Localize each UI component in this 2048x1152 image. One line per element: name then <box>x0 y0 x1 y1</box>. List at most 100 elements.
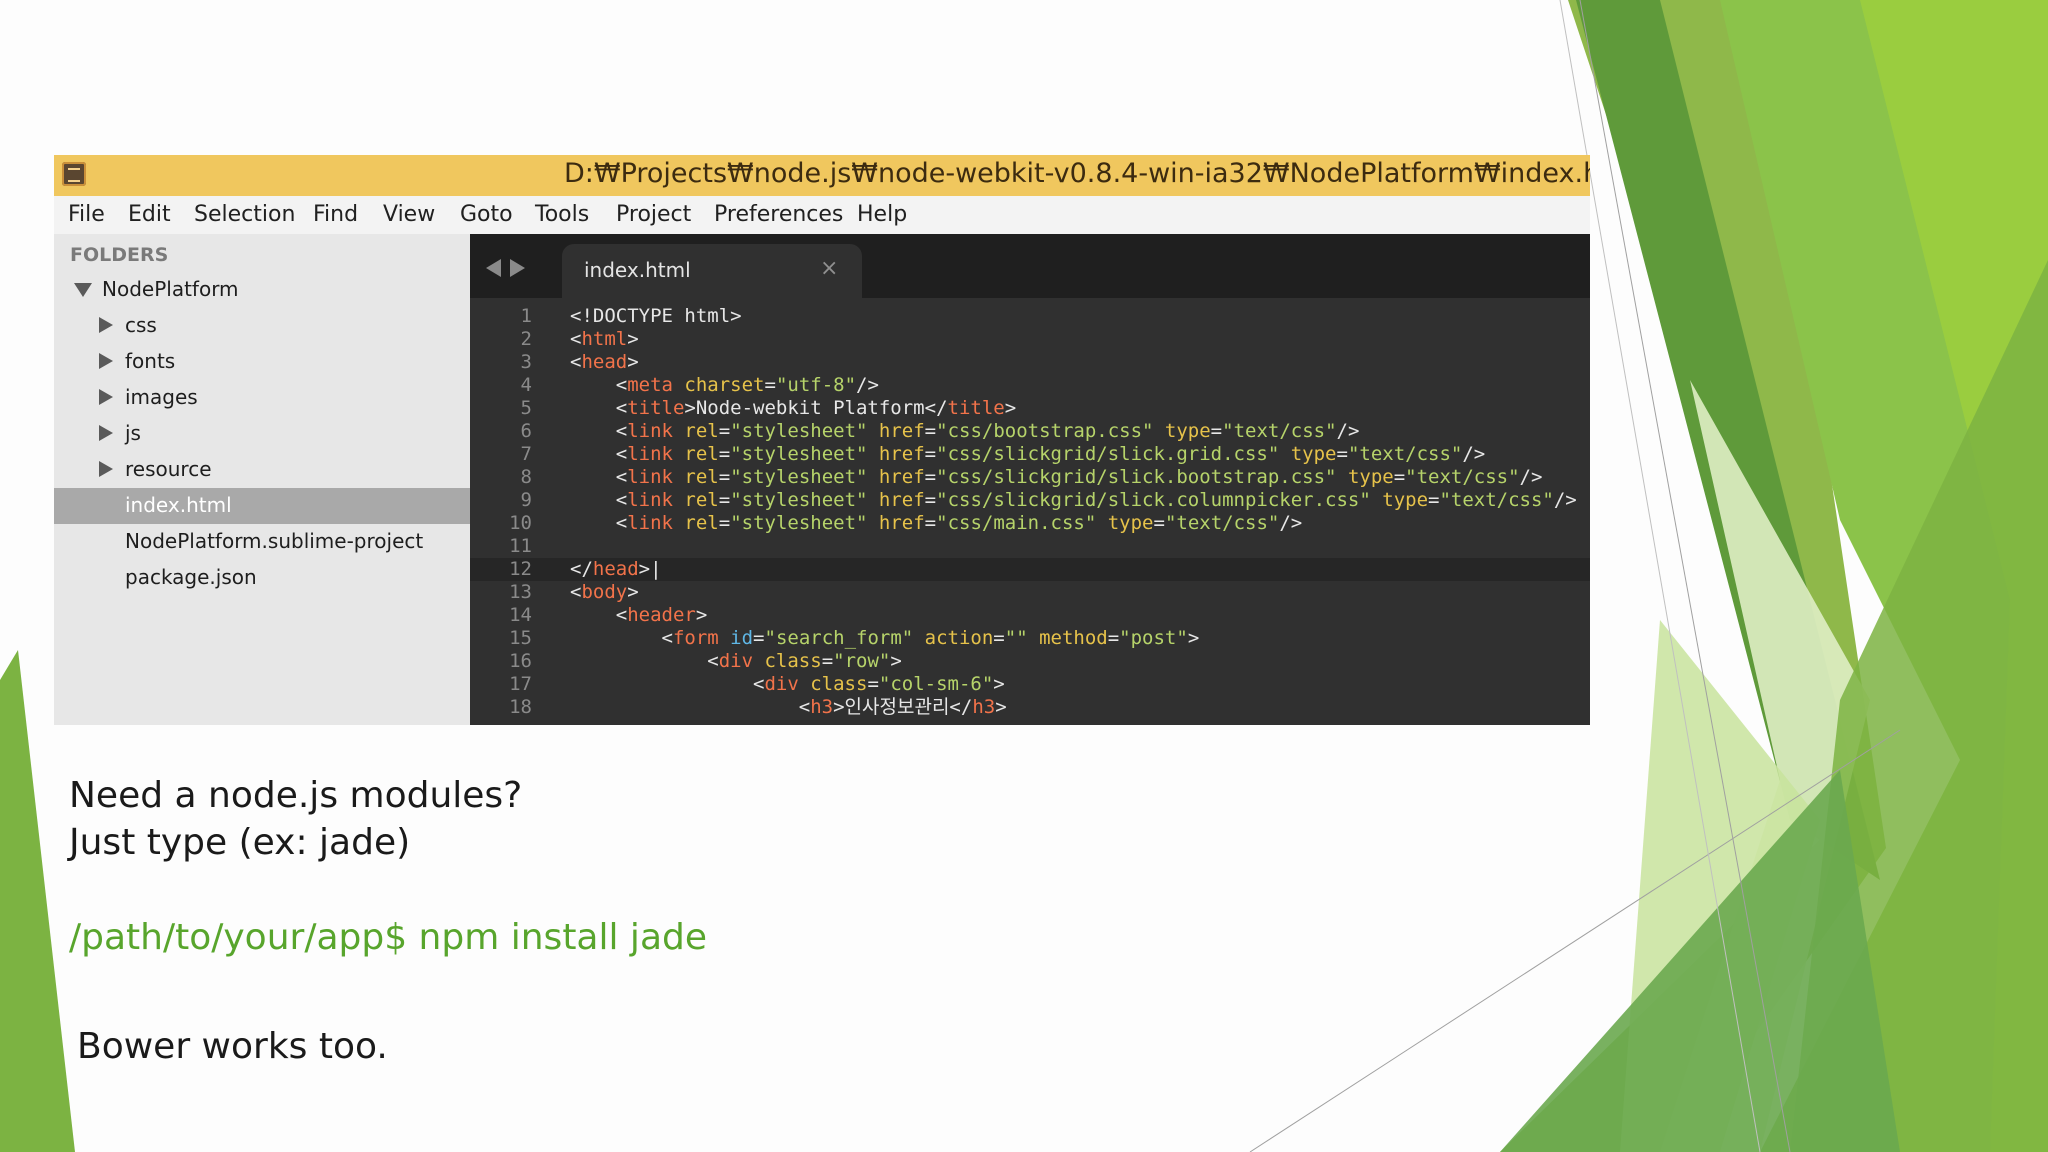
tree-folder-resource[interactable]: resource <box>54 452 470 488</box>
title-bar[interactable]: D:₩Projects₩node.js₩node-webkit-v0.8.4-w… <box>54 155 1590 196</box>
code-line[interactable]: 14 <header> <box>470 604 1590 627</box>
menu-help[interactable]: Help <box>857 202 907 227</box>
sublime-app-icon[interactable] <box>62 162 86 186</box>
code-text: <title>Node-webkit Platform</title> <box>570 397 1017 419</box>
menu-tools[interactable]: Tools <box>535 202 589 227</box>
tree-file-package-json[interactable]: package.json <box>54 560 470 596</box>
code-text: </head>| <box>570 558 662 580</box>
menu-find[interactable]: Find <box>313 202 358 227</box>
code-line[interactable]: 9 <link rel="stylesheet" href="css/slick… <box>470 489 1590 512</box>
tree-file-sublime-project[interactable]: NodePlatform.sublime-project <box>54 524 470 560</box>
line-number: 8 <box>520 466 532 488</box>
code-text: <link rel="stylesheet" href="css/slickgr… <box>570 443 1486 465</box>
collapsed-arrow-icon[interactable] <box>99 389 113 405</box>
code-text: <form id="search_form" action="" method=… <box>570 627 1200 649</box>
code-editor[interactable]: index.html × 1 <!DOCTYPE html> 2 <html> 3 <he… <box>470 234 1590 725</box>
tree-label: css <box>125 313 157 337</box>
line-number: 13 <box>509 581 532 603</box>
tab-next-arrow-icon[interactable] <box>510 259 525 277</box>
menu-preferences[interactable]: Preferences <box>714 202 843 227</box>
line-number: 3 <box>520 351 532 373</box>
code-line[interactable]: 4 <meta charset="utf-8"/> <box>470 374 1590 397</box>
line-number: 7 <box>520 443 532 465</box>
tab-index-html[interactable]: index.html × <box>562 244 862 298</box>
sublime-editor-window: D:₩Projects₩node.js₩node-webkit-v0.8.4-w… <box>54 155 1590 725</box>
line-number: 14 <box>509 604 532 626</box>
folders-header: FOLDERS <box>70 244 169 266</box>
code-text: <h3>인사정보관리</h3> <box>570 696 1007 718</box>
tab-label: index.html <box>584 258 691 282</box>
collapsed-arrow-icon[interactable] <box>99 461 113 477</box>
code-line[interactable]: 7 <link rel="stylesheet" href="css/slick… <box>470 443 1590 466</box>
menu-view[interactable]: View <box>383 202 435 227</box>
line-number: 10 <box>509 512 532 534</box>
collapsed-arrow-icon[interactable] <box>99 317 113 333</box>
code-line[interactable]: 8 <link rel="stylesheet" href="css/slick… <box>470 466 1590 489</box>
tree-folder-js[interactable]: js <box>54 416 470 452</box>
code-text: <body> <box>570 581 639 603</box>
tree-folder-images[interactable]: images <box>54 380 470 416</box>
code-line[interactable]: 17 <div class="col-sm-6"> <box>470 673 1590 696</box>
menu-selection[interactable]: Selection <box>194 202 295 227</box>
code-text: <link rel="stylesheet" href="css/bootstr… <box>570 420 1360 442</box>
tree-label: fonts <box>125 349 176 373</box>
code-text: <div class="col-sm-6"> <box>570 673 1005 695</box>
npm-command: /path/to/your/app$ npm install jade <box>69 917 707 958</box>
collapsed-arrow-icon[interactable] <box>99 425 113 441</box>
line-number: 16 <box>509 650 532 672</box>
code-text: <!DOCTYPE html> <box>570 305 742 327</box>
menu-goto[interactable]: Goto <box>460 202 513 227</box>
menu-file[interactable]: File <box>68 202 105 227</box>
tree-folder-nodeplatform[interactable]: NodePlatform <box>54 272 470 308</box>
tree-label: NodePlatform <box>102 277 239 301</box>
collapsed-arrow-icon[interactable] <box>99 353 113 369</box>
code-line[interactable]: 2 <html> <box>470 328 1590 351</box>
line-number: 9 <box>520 489 532 511</box>
tree-label: images <box>125 385 198 409</box>
tree-label: index.html <box>125 493 232 517</box>
tree-folder-fonts[interactable]: fonts <box>54 344 470 380</box>
tree-folder-css[interactable]: css <box>54 308 470 344</box>
tab-prev-arrow-icon[interactable] <box>486 259 501 277</box>
tree-label: package.json <box>125 565 257 589</box>
tree-label: js <box>125 421 141 445</box>
line-number: 2 <box>520 328 532 350</box>
tab-bar: index.html × <box>470 234 1590 298</box>
code-line[interactable]: 3 <head> <box>470 351 1590 374</box>
line-number: 1 <box>520 305 532 327</box>
expanded-arrow-icon[interactable] <box>74 283 92 297</box>
code-line[interactable]: 18 <h3>인사정보관리</h3> <box>470 696 1590 719</box>
menu-edit[interactable]: Edit <box>128 202 171 227</box>
code-line[interactable]: 13 <body> <box>470 581 1590 604</box>
tree-file-index-html[interactable]: index.html <box>54 488 470 524</box>
code-text: <meta charset="utf-8"/> <box>570 374 879 396</box>
code-line[interactable]: 15 <form id="search_form" action="" meth… <box>470 627 1590 650</box>
caption-question: Need a node.js modules? <box>69 775 523 816</box>
code-text: <header> <box>570 604 708 626</box>
code-text: <link rel="stylesheet" href="css/main.cs… <box>570 512 1303 534</box>
bower-note: Bower works too. <box>77 1026 388 1067</box>
line-number: 6 <box>520 420 532 442</box>
code-line[interactable]: 12 </head>| <box>470 558 1590 581</box>
code-line[interactable]: 10 <link rel="stylesheet" href="css/main… <box>470 512 1590 535</box>
code-text: <html> <box>570 328 639 350</box>
line-number: 4 <box>520 374 532 396</box>
window-title: D:₩Projects₩node.js₩node-webkit-v0.8.4-w… <box>564 158 1590 189</box>
code-line[interactable]: 11 <box>470 535 1590 558</box>
menu-project[interactable]: Project <box>616 202 691 227</box>
code-text: <link rel="stylesheet" href="css/slickgr… <box>570 466 1543 488</box>
code-line[interactable]: 5 <title>Node-webkit Platform</title> <box>470 397 1590 420</box>
code-text: <head> <box>570 351 639 373</box>
line-number: 5 <box>520 397 532 419</box>
line-number: 15 <box>509 627 532 649</box>
code-line[interactable]: 1 <!DOCTYPE html> <box>470 305 1590 328</box>
line-number: 18 <box>509 696 532 718</box>
close-icon[interactable]: × <box>820 256 838 281</box>
line-number: 12 <box>509 558 532 580</box>
caption-instruction: Just type (ex: jade) <box>69 822 411 863</box>
code-line[interactable]: 6 <link rel="stylesheet" href="css/boots… <box>470 420 1590 443</box>
line-number: 17 <box>509 673 532 695</box>
code-area[interactable]: 1 <!DOCTYPE html> 2 <html> 3 <head> 4 <meta ch… <box>470 305 1590 725</box>
code-line[interactable]: 16 <div class="row"> <box>470 650 1590 673</box>
code-text: <div class="row"> <box>570 650 902 672</box>
